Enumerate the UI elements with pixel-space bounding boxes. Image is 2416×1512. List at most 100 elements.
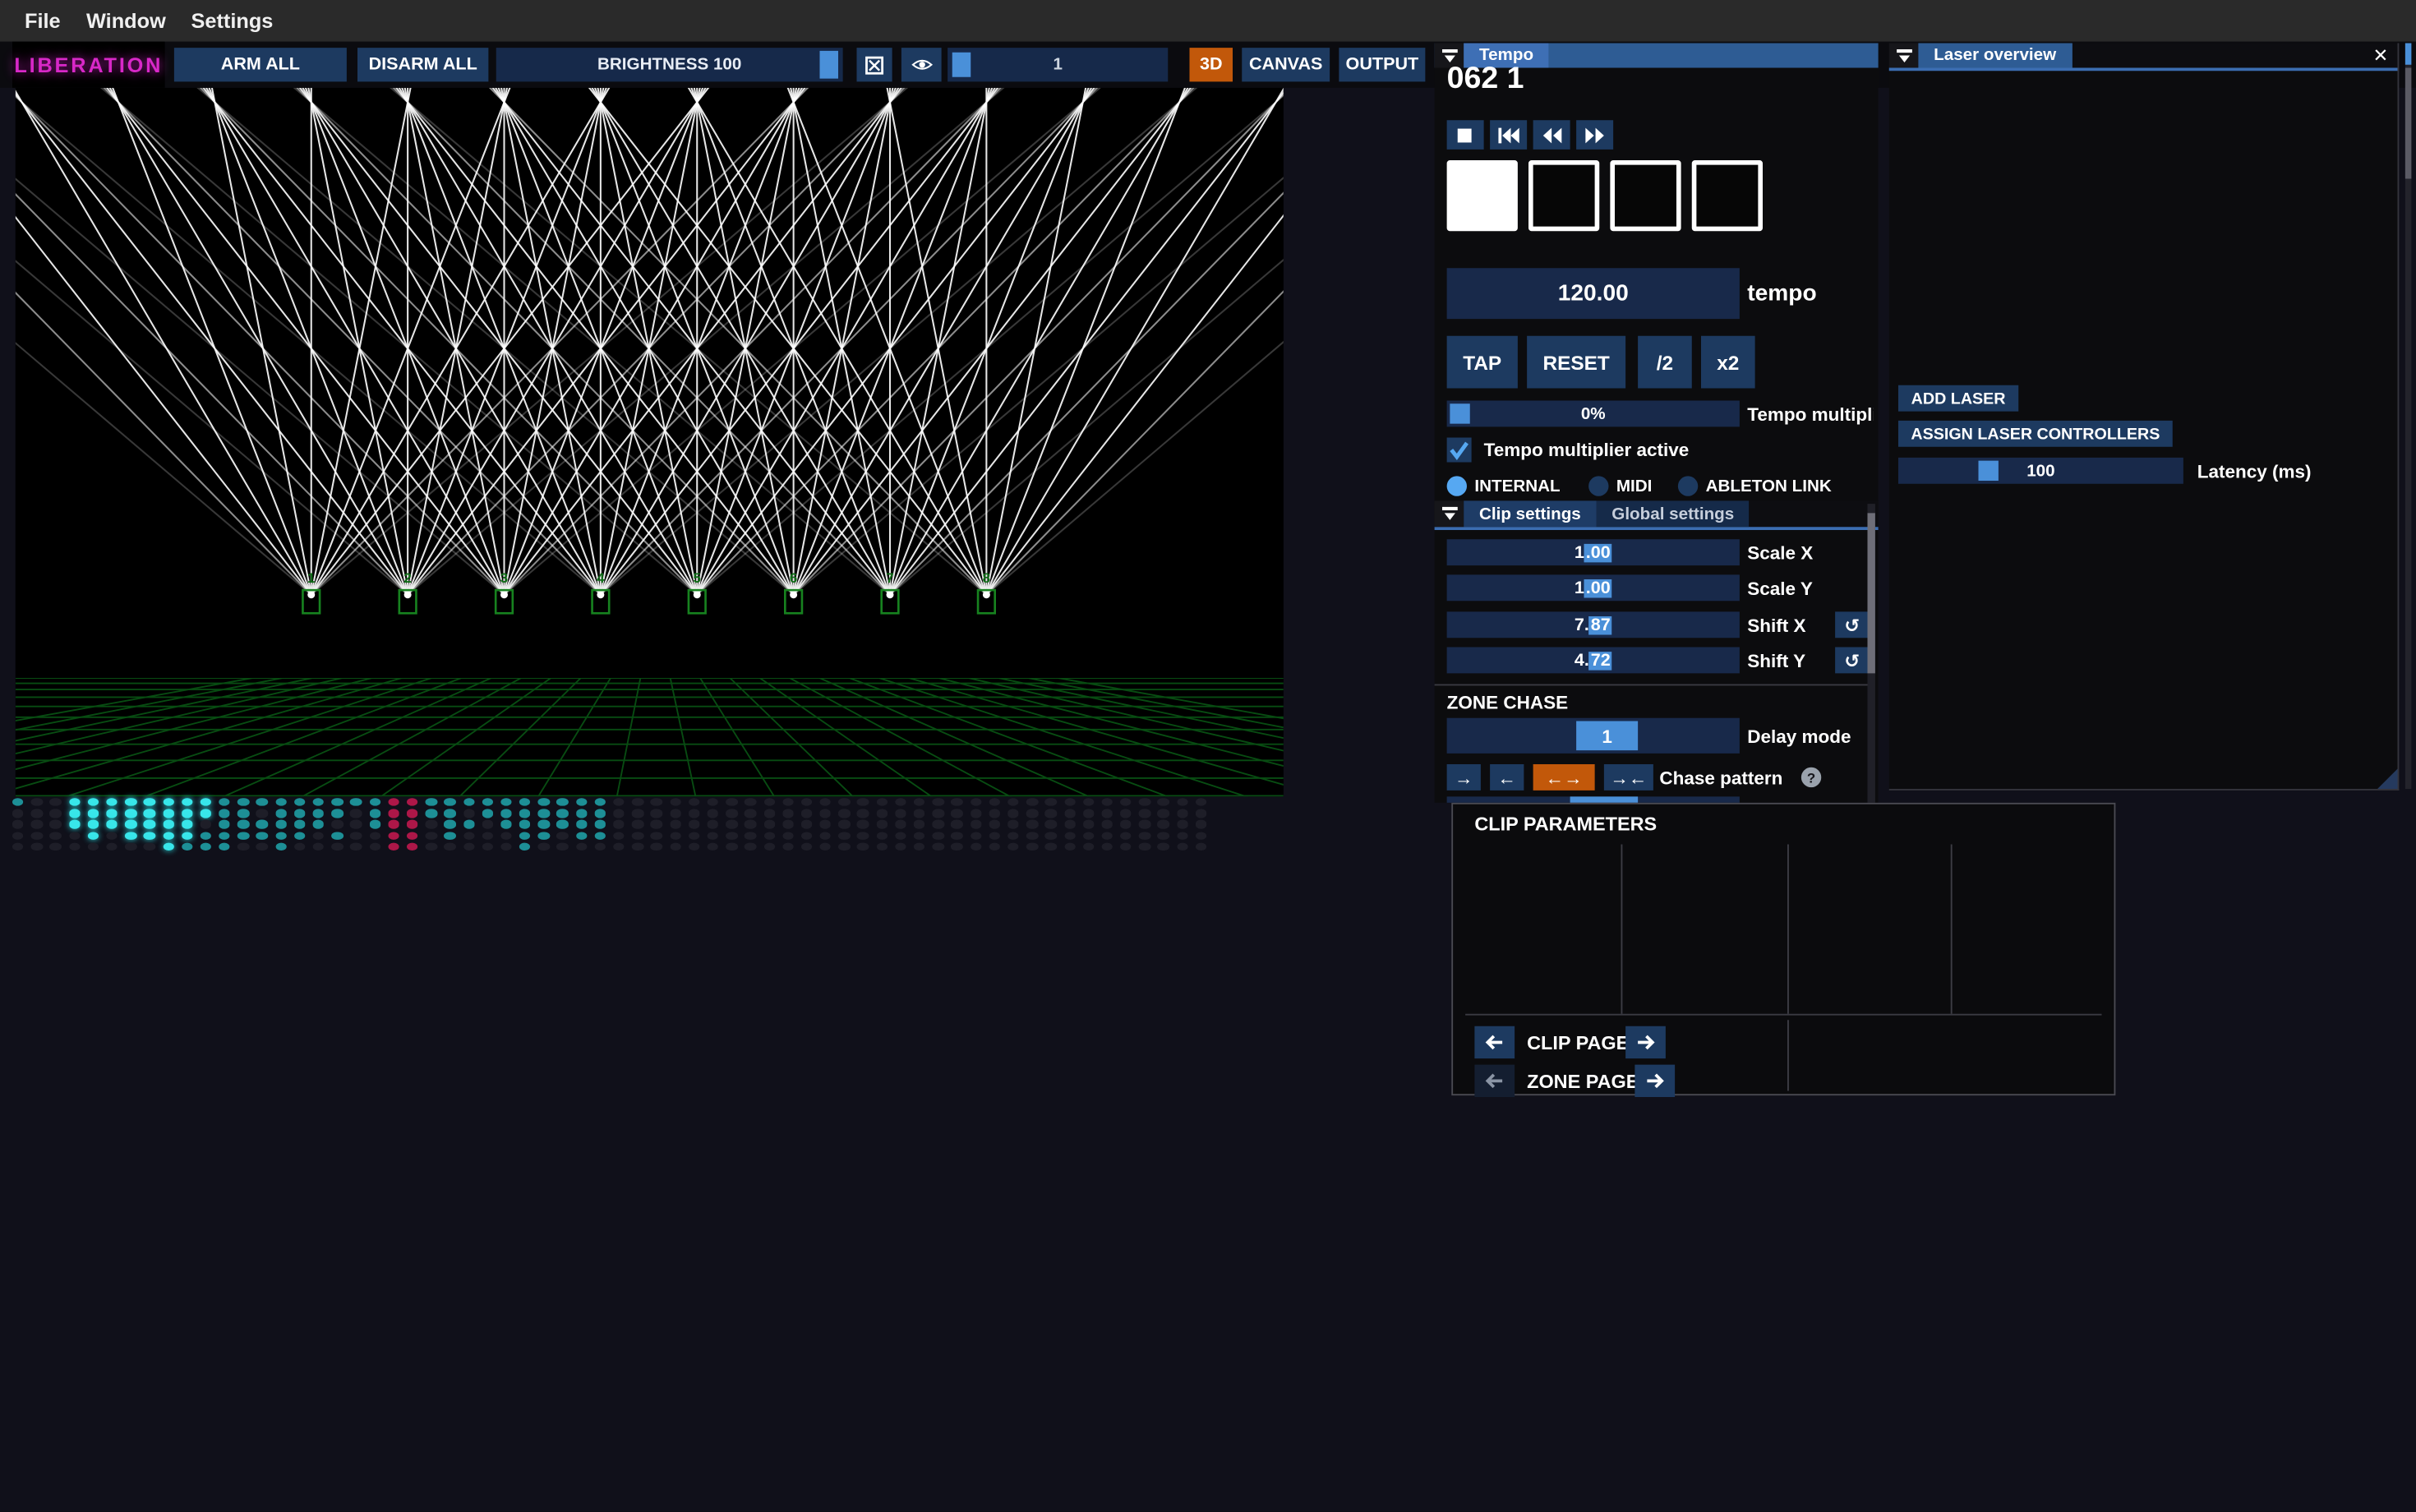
clip-settings-header: Clip settings Global settings [1435, 500, 1879, 530]
tempo-multiplier-checkbox-label: Tempo multiplier active [1484, 438, 1690, 463]
liberation-app: FileWindowSettings LIBERATION ARM ALL DI… [0, 0, 2416, 1511]
help-icon[interactable]: ? [1801, 768, 1821, 787]
menu-item-file[interactable]: File [25, 0, 61, 42]
tempo-multiplier-handle[interactable] [1450, 403, 1469, 423]
laser-beams-scene: 12345678 [16, 88, 1284, 797]
arrow-right-icon [1646, 1072, 1665, 1090]
blackout-button[interactable] [857, 48, 892, 81]
tempo-multiplier-label: Tempo multiplier [1747, 401, 1874, 427]
tempo-multiplier-slider[interactable]: 0% [1447, 401, 1740, 427]
vu-row [12, 842, 1229, 850]
chase-pattern-right-button[interactable]: → [1447, 764, 1481, 791]
view-3d-toggle[interactable]: 3D [1190, 48, 1233, 81]
slider-shift-x[interactable]: 7.87 [1447, 611, 1740, 638]
check-icon [1447, 438, 1472, 463]
zone-delay-label: Delay mode [1747, 718, 1851, 754]
tempo-slider[interactable]: 120.00 [1447, 268, 1740, 319]
slider-label: Scale Y [1747, 574, 1813, 601]
clipped-slider [1447, 796, 1740, 803]
arm-all-button[interactable]: ARM ALL [174, 48, 347, 81]
svg-text:7: 7 [886, 570, 893, 586]
tab-global-settings[interactable]: Global settings [1597, 500, 1750, 527]
menu-bar: File Window Settings [0, 0, 2416, 44]
chase-pattern-outward-button[interactable]: ←→ [1533, 764, 1595, 791]
slider-scale-y[interactable]: 1.00 [1447, 574, 1740, 601]
svg-text:5: 5 [694, 570, 701, 586]
svg-text:1: 1 [307, 570, 315, 586]
vu-row [12, 832, 1229, 840]
latency-label: Latency (ms) [2197, 458, 2312, 484]
output-toggle[interactable]: OUTPUT [1339, 48, 1425, 81]
clip-settings-scrollbar[interactable] [1868, 504, 1875, 803]
skip-start-button[interactable] [1490, 120, 1527, 150]
tab-clip-settings[interactable]: Clip settings [1464, 500, 1596, 527]
zone-delay-value[interactable]: 1 [1576, 721, 1638, 751]
window-scrollbar[interactable] [2405, 44, 2412, 790]
disarm-all-button[interactable]: DISARM ALL [357, 48, 488, 81]
clip-page-label: CLIP PAGE [1527, 1026, 1629, 1058]
radio-internal[interactable] [1447, 476, 1467, 496]
eye-icon [910, 56, 933, 75]
zone-page-label: ZONE PAGE [1527, 1065, 1639, 1097]
brightness-handle[interactable] [820, 51, 839, 79]
menu-item-window[interactable]: Window [86, 0, 166, 42]
panel-resize-handle[interactable] [2377, 769, 2397, 789]
rewind-button[interactable] [1533, 120, 1570, 150]
latency-value: 100 [2026, 462, 2054, 481]
tempo-double-button[interactable]: x2 [1701, 336, 1755, 389]
forward-button[interactable] [1576, 120, 1613, 150]
tempo-panel: Tempo 062 1 120.00 tempo TAP RESET /2 x2… [1435, 44, 1879, 803]
assign-laser-controllers-button[interactable]: ASSIGN LASER CONTROLLERS [1898, 421, 2173, 447]
preview-zoom-handle[interactable] [952, 53, 971, 77]
slider-shift-y[interactable]: 4.72 [1447, 648, 1740, 674]
latency-handle[interactable] [1979, 461, 1999, 481]
tempo-value: 120.00 [1558, 280, 1629, 307]
scrollbar-thumb[interactable] [1868, 513, 1875, 673]
preview-zoom-slider[interactable]: 1 [947, 48, 1168, 81]
laser-overview-panel: Laser overview ✕ ADD LASER ASSIGN LASER … [1889, 44, 2400, 791]
menu-item-settings[interactable]: Settings [191, 0, 274, 42]
zone-page-prev-button[interactable] [1474, 1065, 1515, 1097]
zone-chase-title: ZONE CHASE [1447, 692, 1569, 713]
reset-shift-y-button[interactable]: ↺ [1835, 648, 1869, 674]
tap-button[interactable]: TAP [1447, 336, 1518, 389]
chase-pattern-left-button[interactable]: ← [1490, 764, 1524, 791]
tempo-multiplier-checkbox[interactable] [1447, 438, 1472, 463]
arrow-left-icon [1486, 1034, 1505, 1051]
song-position: 062 1 [1447, 62, 1524, 97]
svg-text:6: 6 [790, 570, 797, 586]
radio-midi[interactable] [1588, 476, 1608, 496]
add-laser-button[interactable]: ADD LASER [1898, 385, 2018, 412]
vu-row [12, 809, 1229, 818]
clip-page-prev-button[interactable] [1474, 1026, 1515, 1058]
zone-delay-slider[interactable]: 1 [1447, 718, 1740, 754]
latency-slider[interactable]: 100 [1898, 458, 2183, 484]
panel-collapse-icon[interactable] [1889, 44, 1919, 68]
clip-parameters-panel: CLIP PARAMETERS CLIP PAGE ZONE PAGE [1451, 803, 2115, 1095]
laser-preview-3d[interactable]: 12345678 [16, 88, 1284, 797]
panel-collapse-icon[interactable] [1435, 500, 1464, 527]
clip-page-next-button[interactable] [1625, 1026, 1666, 1058]
beat-box-2 [1528, 160, 1599, 231]
tempo-multiplier-value: 0% [1581, 404, 1606, 423]
zone-page-next-button[interactable] [1634, 1065, 1675, 1097]
reset-button[interactable]: RESET [1527, 336, 1625, 389]
brightness-slider[interactable]: BRIGHTNESS 100 [496, 48, 843, 81]
canvas-toggle[interactable]: CANVAS [1242, 48, 1330, 81]
preview-zoom-value: 1 [1053, 56, 1062, 75]
svg-text:3: 3 [500, 570, 508, 586]
reset-shift-x-button[interactable]: ↺ [1835, 611, 1869, 638]
box-x-icon [865, 55, 884, 75]
brightness-label: BRIGHTNESS 100 [597, 56, 741, 75]
beat-box-3 [1610, 160, 1681, 231]
slider-scale-x[interactable]: 1.00 [1447, 539, 1740, 565]
close-icon[interactable]: ✕ [2363, 44, 2397, 68]
stop-button[interactable] [1447, 120, 1484, 150]
slider-label: Shift Y [1747, 648, 1805, 674]
chase-pattern-inward-button[interactable]: →← [1604, 764, 1653, 791]
laser-overview-tab[interactable]: Laser overview [1918, 44, 2072, 68]
radio-label: MIDI [1616, 476, 1653, 496]
tempo-half-button[interactable]: /2 [1638, 336, 1692, 389]
preview-visibility-button[interactable] [901, 48, 942, 81]
radio-ableton-link[interactable] [1678, 476, 1698, 496]
